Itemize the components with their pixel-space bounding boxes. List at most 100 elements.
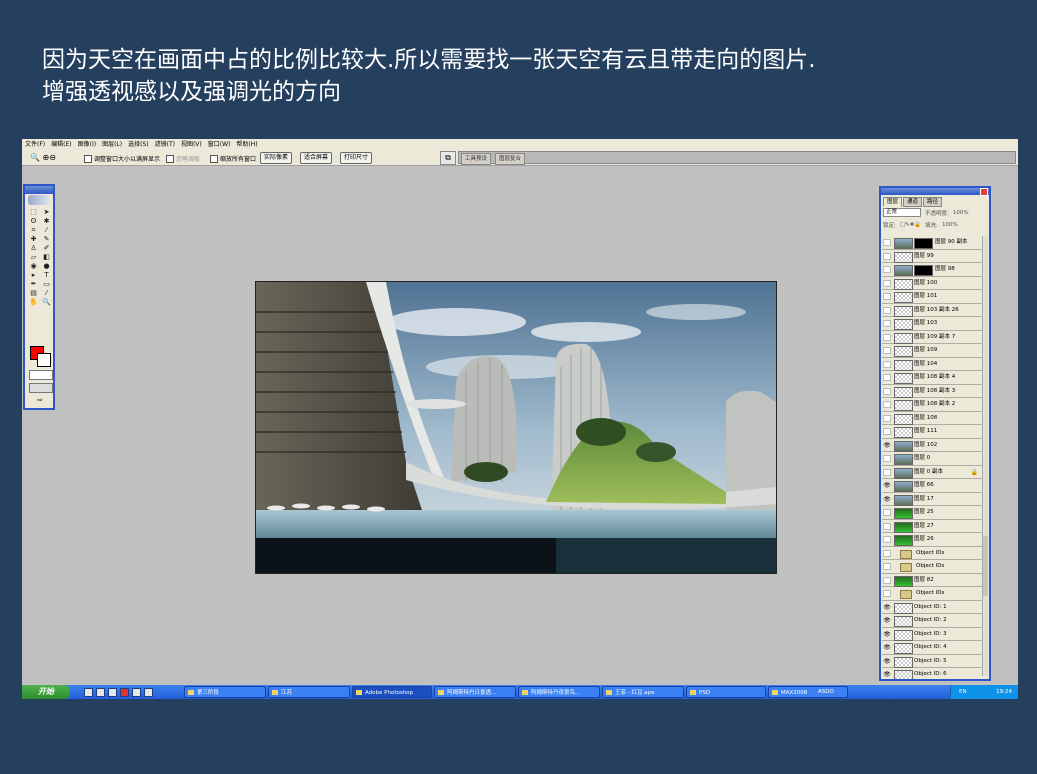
layer-comps-tab[interactable]: 图层复合 [495,153,526,165]
layer-row[interactable]: 👁 图层 17 [882,493,984,506]
layer-row[interactable]: 图层 109 [882,344,984,358]
marquee-tool-icon[interactable]: ⬚ [27,208,40,217]
layer-row[interactable]: 图层 0 [882,452,984,466]
screen-mode-icon[interactable] [29,383,53,393]
eye-icon[interactable]: 👁 [883,442,891,449]
visibility-toggle[interactable] [883,522,891,530]
menu-help[interactable]: 帮助(H) [236,139,257,150]
eraser-tool-icon[interactable]: ▱ [27,253,40,262]
lock-icons[interactable]: □✎✚🔒 [900,222,921,228]
visibility-toggle[interactable] [883,536,891,543]
layer-row[interactable]: 👁 图层 66 [882,479,984,493]
hand-tool-icon[interactable]: ✋ [27,298,40,307]
visibility-toggle[interactable] [883,252,891,260]
lasso-tool-icon[interactable]: ʘ [27,217,40,226]
shape-tool-icon[interactable]: ▭ [40,280,53,289]
layer-row[interactable]: 图层 100 [882,277,984,290]
layer-row[interactable]: 图层 26 [882,533,984,547]
visibility-toggle[interactable] [883,266,891,273]
layers-scrollbar[interactable] [982,236,988,676]
tab-layers[interactable]: 图层 [883,197,903,207]
magic-wand-tool-icon[interactable]: ✱ [40,217,53,226]
quick-launch-icon[interactable] [96,688,105,697]
layer-row[interactable]: 👁 Object ID: 3 [882,628,984,641]
layer-row[interactable]: 图层 108 副本 4 [882,371,984,385]
visibility-toggle[interactable] [883,401,891,408]
history-brush-tool-icon[interactable]: ✐ [40,244,53,253]
visibility-toggle[interactable] [883,387,891,395]
taskbar-task-button[interactable]: 王菲 - 红豆.ape [602,686,684,698]
visibility-toggle[interactable] [883,360,891,368]
layer-row[interactable]: Object IDs [882,587,984,601]
quick-mask-mode-icon[interactable] [29,370,53,380]
ignore-palettes-checkbox[interactable]: 忽略调板 [166,154,200,163]
layer-row[interactable]: 图层 25 [882,506,984,520]
quick-launch-icon[interactable] [84,688,93,697]
layer-row[interactable]: 图层 103 副本 26 [882,304,984,317]
visibility-toggle[interactable] [883,306,891,314]
visibility-toggle[interactable] [883,320,891,327]
resize-windows-checkbox[interactable]: 调整窗口大小以满屏显示 [84,154,160,163]
layer-row[interactable]: 图层 0 副本 🔒 [882,466,984,479]
tab-channels[interactable]: 通道 [903,197,923,207]
layer-row[interactable]: 图层 111 [882,425,984,439]
eye-icon[interactable]: 👁 [883,644,891,651]
bridge-icon[interactable]: ⧉ [440,151,456,165]
layer-row[interactable]: 图层 104 [882,358,984,371]
visibility-toggle[interactable] [883,374,891,381]
blur-tool-icon[interactable]: ◉ [27,262,40,271]
eye-icon[interactable]: 👁 [883,604,891,611]
visibility-toggle[interactable] [883,549,891,557]
fit-screen-button[interactable]: 适合屏幕 [300,152,333,164]
layer-row[interactable]: 图层 103 [882,317,984,331]
photoshop-feather-logo[interactable] [28,195,50,205]
eye-icon[interactable]: 👁 [883,496,891,503]
layers-palette-titlebar[interactable] [881,188,989,196]
layer-row[interactable]: Object IDs [882,560,984,574]
eye-icon[interactable]: 👁 [883,482,891,489]
visibility-toggle[interactable] [883,333,891,341]
visibility-toggle[interactable] [883,509,891,516]
layer-row[interactable]: 👁 Object ID: 4 [882,641,984,655]
layer-mask-thumbnail[interactable] [914,265,933,276]
layer-row[interactable]: 图层 101 [882,290,984,304]
layer-row[interactable]: 图层 27 [882,520,984,533]
jump-to-imageready-icon[interactable]: ⇨ [29,396,51,405]
background-color-swatch[interactable] [37,353,51,367]
quick-launch-icon[interactable] [144,688,153,697]
opacity-value[interactable]: 100% [953,210,969,216]
visibility-toggle[interactable] [883,468,891,476]
visibility-toggle[interactable] [883,347,891,354]
healing-brush-tool-icon[interactable]: ✚ [27,235,40,244]
eye-icon[interactable]: 👁 [883,631,891,638]
pen-tool-icon[interactable]: ✒ [27,280,40,289]
visibility-toggle[interactable] [883,576,891,584]
taskbar-task-button[interactable]: 阿姆斯特丹日景透... [434,686,516,698]
dodge-tool-icon[interactable]: ● [40,262,53,271]
stamp-tool-icon[interactable]: ♙ [27,244,40,253]
taskbar-task-button[interactable]: 阿姆斯特丹夜景鸟... [518,686,600,698]
visibility-toggle[interactable] [883,239,891,246]
menu-edit[interactable]: 编辑(E) [51,139,71,150]
scrollbar-thumb[interactable] [983,536,988,596]
menu-image[interactable]: 图像(I) [78,139,96,150]
layer-row[interactable]: 👁 Object ID: 1 [882,601,984,614]
visibility-toggle[interactable] [883,563,891,570]
taskbar-task-button[interactable]: Adobe Photoshop [352,686,432,698]
eye-icon[interactable]: 👁 [883,671,891,678]
layer-mask-thumbnail[interactable] [914,238,933,249]
notes-tool-icon[interactable]: ▤ [27,289,40,298]
menu-layer[interactable]: 图层(L) [102,139,122,150]
language-indicator[interactable]: EN [959,685,967,699]
layer-row[interactable]: 👁 图层 102 [882,439,984,452]
visibility-toggle[interactable] [883,455,891,462]
print-size-button[interactable]: 打印尺寸 [340,152,373,164]
eyedropper-tool-icon[interactable]: ⁄ [40,289,53,298]
layer-row[interactable]: 图层 90 副本 [882,236,984,250]
layer-row[interactable]: 图层 109 副本 7 [882,331,984,344]
layer-row[interactable]: 图层 99 [882,250,984,263]
visibility-toggle[interactable] [883,590,891,597]
layer-row[interactable]: 图层 108 [882,412,984,425]
crop-tool-icon[interactable]: ⌗ [27,226,40,235]
menu-filter[interactable]: 滤镜(T) [155,139,175,150]
